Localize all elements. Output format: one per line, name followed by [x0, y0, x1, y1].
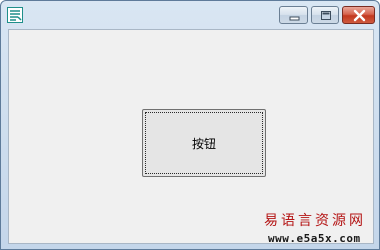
maximize-icon: [321, 11, 331, 20]
main-button[interactable]: 按钮: [142, 109, 266, 177]
main-button-label: 按钮: [191, 136, 216, 151]
minimize-icon: [289, 16, 300, 21]
title-bar[interactable]: [1, 1, 379, 29]
maximize-button[interactable]: [311, 6, 339, 24]
minimize-button[interactable]: [279, 6, 308, 24]
watermark-site-name: 易语言资源网: [264, 213, 366, 229]
close-button[interactable]: [342, 6, 375, 24]
close-icon: [353, 9, 366, 22]
watermark-url: www.e5a5x.com: [268, 232, 361, 245]
app-icon[interactable]: [7, 7, 23, 23]
